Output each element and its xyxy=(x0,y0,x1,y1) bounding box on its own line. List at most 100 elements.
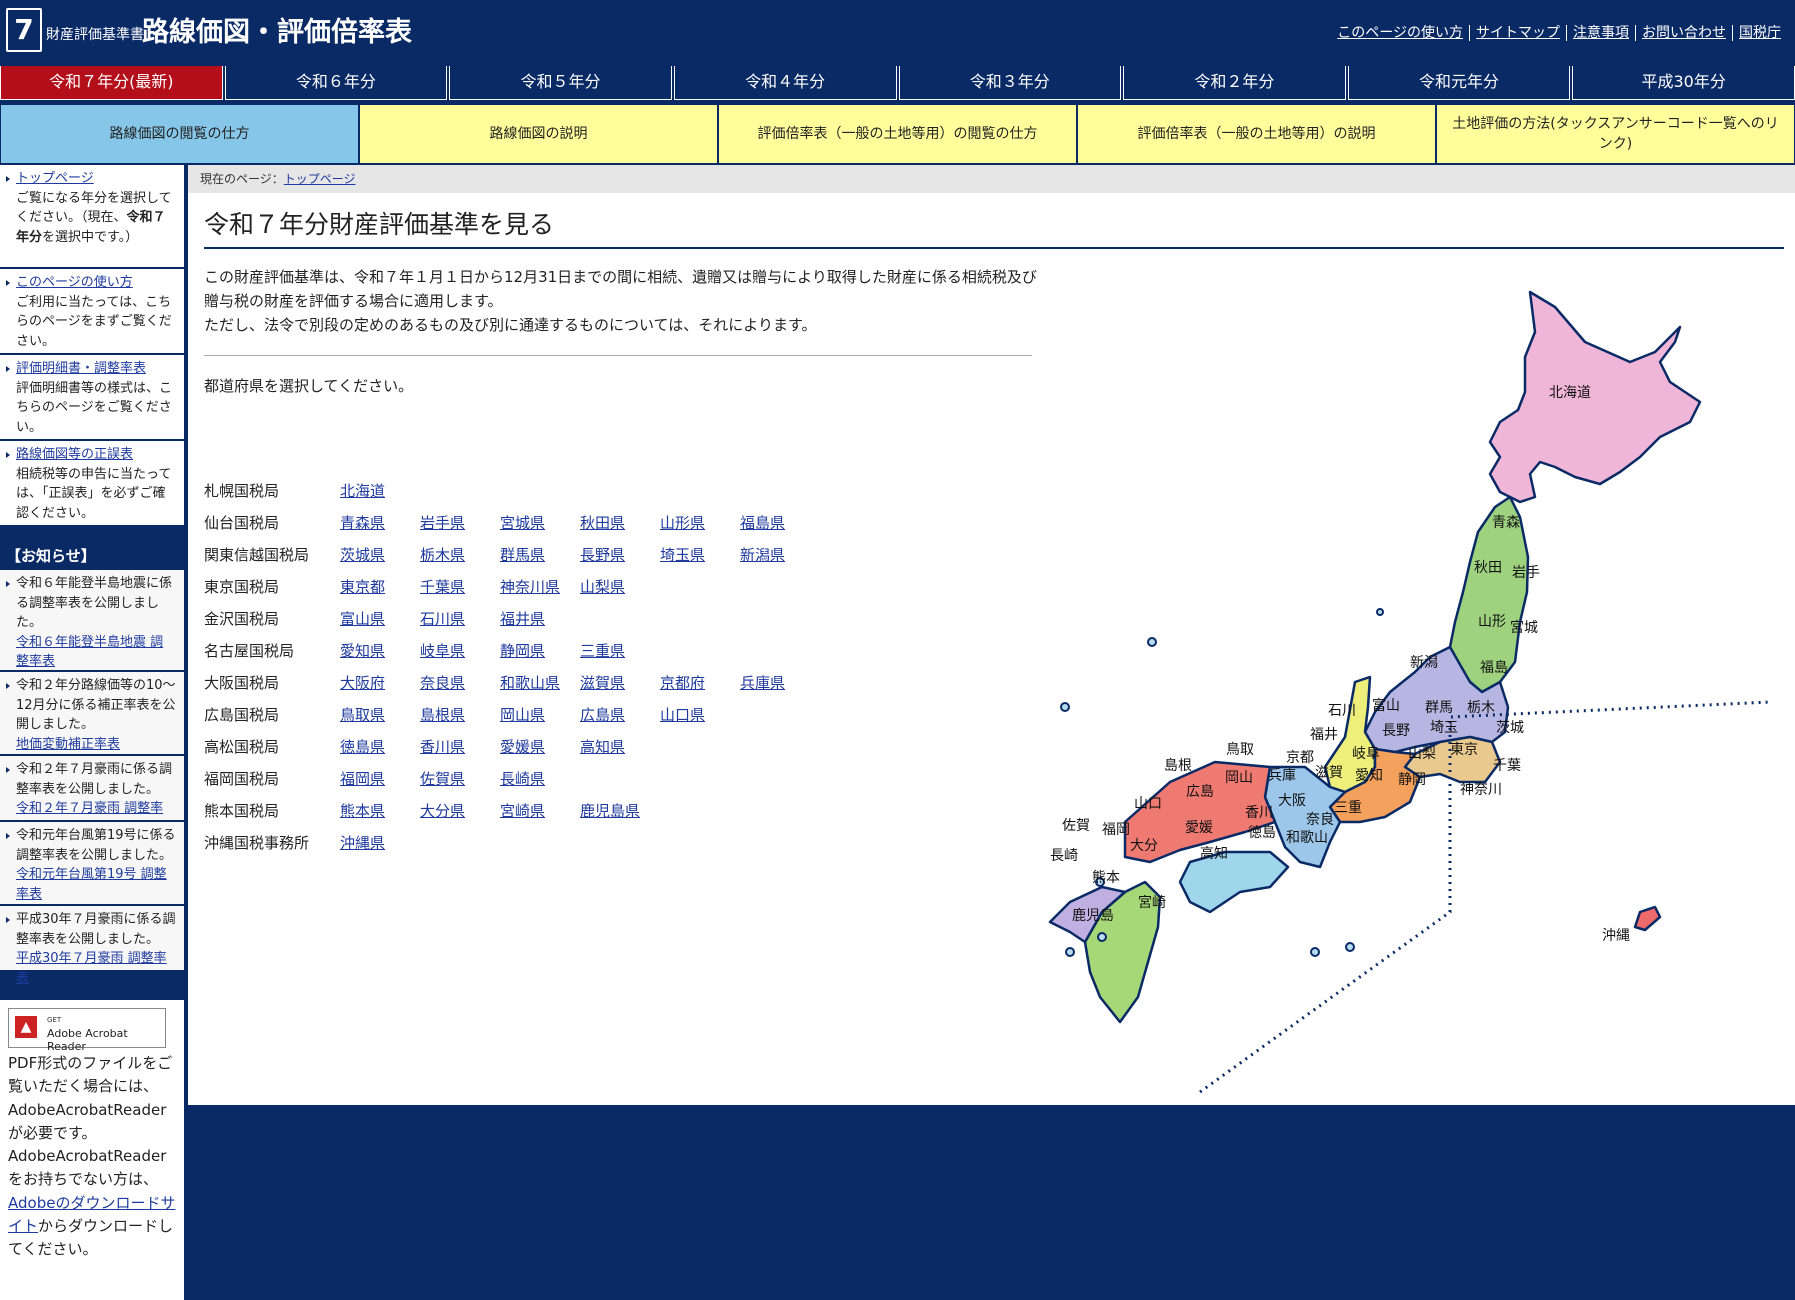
pref-link[interactable]: 岐阜県 xyxy=(420,635,500,667)
label-miyagi[interactable]: 宮城 xyxy=(1510,620,1538,636)
label-ishikawa[interactable]: 石川 xyxy=(1328,703,1356,719)
pref-link[interactable]: 滋賀県 xyxy=(580,667,660,699)
news-link-hosei[interactable]: 地価変動補正率表 xyxy=(16,735,176,755)
pref-link[interactable]: 宮崎県 xyxy=(500,795,580,827)
pref-link[interactable]: 奈良県 xyxy=(420,667,500,699)
label-yamagata[interactable]: 山形 xyxy=(1478,614,1506,630)
region-okinawa[interactable] xyxy=(1633,905,1662,932)
label-ehime[interactable]: 愛媛 xyxy=(1185,820,1213,836)
label-hiroshima[interactable]: 広島 xyxy=(1186,784,1214,800)
pref-link[interactable]: 徳島県 xyxy=(340,731,420,763)
label-yamaguchi[interactable]: 山口 xyxy=(1134,796,1162,812)
tab-r3[interactable]: 令和３年分 xyxy=(898,66,1122,100)
pref-link[interactable]: 京都府 xyxy=(660,667,740,699)
sidebar-link-forms[interactable]: 評価明細書・調整率表 xyxy=(16,359,176,379)
pref-link[interactable]: 長野県 xyxy=(580,539,660,571)
guide-rosenka-explain[interactable]: 路線価図の説明 xyxy=(359,104,718,164)
pref-link[interactable]: 福島県 xyxy=(740,507,820,539)
label-nagasaki[interactable]: 長崎 xyxy=(1050,848,1078,864)
tab-r5[interactable]: 令和５年分 xyxy=(449,66,672,100)
region-shikoku[interactable] xyxy=(1178,850,1290,914)
label-tottori[interactable]: 鳥取 xyxy=(1226,742,1254,758)
news-link-r1-typhoon[interactable]: 令和元年台風第19号 調整率表 xyxy=(16,865,176,904)
pref-link[interactable]: 岡山県 xyxy=(500,699,580,731)
pref-link[interactable]: 群馬県 xyxy=(500,539,580,571)
pref-link[interactable]: 沖縄県 xyxy=(340,827,420,859)
pref-link[interactable]: 高知県 xyxy=(580,731,660,763)
pref-link[interactable]: 愛媛県 xyxy=(500,731,580,763)
label-shimane[interactable]: 島根 xyxy=(1164,758,1192,774)
label-tokyo[interactable]: 東京 xyxy=(1450,742,1478,758)
label-saitama[interactable]: 埼玉 xyxy=(1430,720,1458,736)
acrobat-reader-badge[interactable]: ▲ GET Adobe Acrobat Reader xyxy=(8,1008,166,1053)
label-oita[interactable]: 大分 xyxy=(1130,838,1158,854)
label-fukushima[interactable]: 福島 xyxy=(1480,660,1508,676)
label-hyogo[interactable]: 兵庫 xyxy=(1268,767,1296,784)
pref-link[interactable]: 北海道 xyxy=(340,475,420,507)
pref-link[interactable]: 島根県 xyxy=(420,699,500,731)
pref-link[interactable]: 青森県 xyxy=(340,507,420,539)
sidebar-link-how-to[interactable]: このページの使い方 xyxy=(16,273,176,293)
link-contact[interactable]: お問い合わせ xyxy=(1635,25,1726,41)
tab-r1[interactable]: 令和元年分 xyxy=(1347,66,1571,100)
link-sitemap[interactable]: サイトマップ xyxy=(1469,25,1560,41)
pref-link[interactable]: 栃木県 xyxy=(420,539,500,571)
tab-r4[interactable]: 令和４年分 xyxy=(673,66,897,100)
pref-link[interactable]: 香川県 xyxy=(420,731,500,763)
label-aomori[interactable]: 青森 xyxy=(1492,515,1520,531)
news-link-noto[interactable]: 令和６年能登半島地震 調整率表 xyxy=(16,633,176,672)
pref-link[interactable]: 福井県 xyxy=(500,603,580,635)
pref-link[interactable]: 秋田県 xyxy=(580,507,660,539)
pref-link[interactable]: 山形県 xyxy=(660,507,740,539)
label-ibaraki[interactable]: 茨城 xyxy=(1496,720,1524,736)
logo-7-icon[interactable]: 7 xyxy=(6,8,42,52)
tab-r2[interactable]: 令和２年分 xyxy=(1123,66,1346,100)
guide-bairitsu-view[interactable]: 評価倍率表（一般の土地等用）の閲覧の仕方 xyxy=(718,104,1077,164)
label-shiga[interactable]: 滋賀 xyxy=(1315,765,1343,781)
pref-link[interactable]: 愛知県 xyxy=(340,635,420,667)
pref-link[interactable]: 神奈川県 xyxy=(500,571,580,603)
label-fukuoka[interactable]: 福岡 xyxy=(1102,822,1130,838)
pref-link[interactable]: 新潟県 xyxy=(740,539,820,571)
guide-rosenka-view[interactable]: 路線価図の閲覧の仕方 xyxy=(0,104,359,164)
pref-link[interactable]: 石川県 xyxy=(420,603,500,635)
link-notes[interactable]: 注意事項 xyxy=(1566,25,1629,41)
label-akita[interactable]: 秋田 xyxy=(1474,560,1502,576)
label-toyama[interactable]: 富山 xyxy=(1372,697,1400,714)
pref-link[interactable]: 長崎県 xyxy=(500,763,580,795)
guide-land-method[interactable]: 土地評価の方法(タックスアンサーコード一覧へのリンク) xyxy=(1436,104,1795,164)
label-tochigi[interactable]: 栃木 xyxy=(1467,700,1495,716)
label-kagawa[interactable]: 香川 xyxy=(1245,805,1273,821)
sidebar-link-top[interactable]: トップページ xyxy=(16,169,176,189)
pref-link[interactable]: 山梨県 xyxy=(580,571,660,603)
guide-bairitsu-explain[interactable]: 評価倍率表（一般の土地等用）の説明 xyxy=(1077,104,1436,164)
label-osaka[interactable]: 大阪 xyxy=(1278,793,1306,809)
label-saga[interactable]: 佐賀 xyxy=(1062,818,1090,834)
label-gifu[interactable]: 岐阜 xyxy=(1352,745,1380,762)
label-miyazaki[interactable]: 宮崎 xyxy=(1138,895,1166,911)
pref-link[interactable]: 和歌山県 xyxy=(500,667,580,699)
pref-link[interactable]: 宮城県 xyxy=(500,507,580,539)
label-kagoshima[interactable]: 鹿児島 xyxy=(1072,907,1114,924)
pref-link[interactable]: 大分県 xyxy=(420,795,500,827)
label-aichi[interactable]: 愛知 xyxy=(1355,767,1383,784)
label-niigata[interactable]: 新潟 xyxy=(1410,655,1438,671)
region-hokkaido[interactable] xyxy=(1488,290,1702,504)
pref-link[interactable]: 鹿児島県 xyxy=(580,795,660,827)
pref-link[interactable]: 兵庫県 xyxy=(740,667,820,699)
tab-r6[interactable]: 令和６年分 xyxy=(224,66,448,100)
tab-h30[interactable]: 平成30年分 xyxy=(1572,66,1795,100)
label-hokkaido[interactable]: 北海道 xyxy=(1549,385,1591,401)
pref-link[interactable]: 鳥取県 xyxy=(340,699,420,731)
pref-link[interactable]: 茨城県 xyxy=(340,539,420,571)
label-nagano[interactable]: 長野 xyxy=(1382,723,1410,739)
link-how-to-use[interactable]: このページの使い方 xyxy=(1331,25,1463,41)
label-fukui[interactable]: 福井 xyxy=(1310,727,1338,743)
pref-link[interactable]: 山口県 xyxy=(660,699,740,731)
pref-link[interactable]: 福岡県 xyxy=(340,763,420,795)
label-wakayama[interactable]: 和歌山 xyxy=(1286,830,1328,846)
label-gunma[interactable]: 群馬 xyxy=(1425,700,1453,716)
pref-link[interactable]: 埼玉県 xyxy=(660,539,740,571)
label-okayama[interactable]: 岡山 xyxy=(1225,770,1253,786)
link-nta[interactable]: 国税庁 xyxy=(1732,25,1781,41)
